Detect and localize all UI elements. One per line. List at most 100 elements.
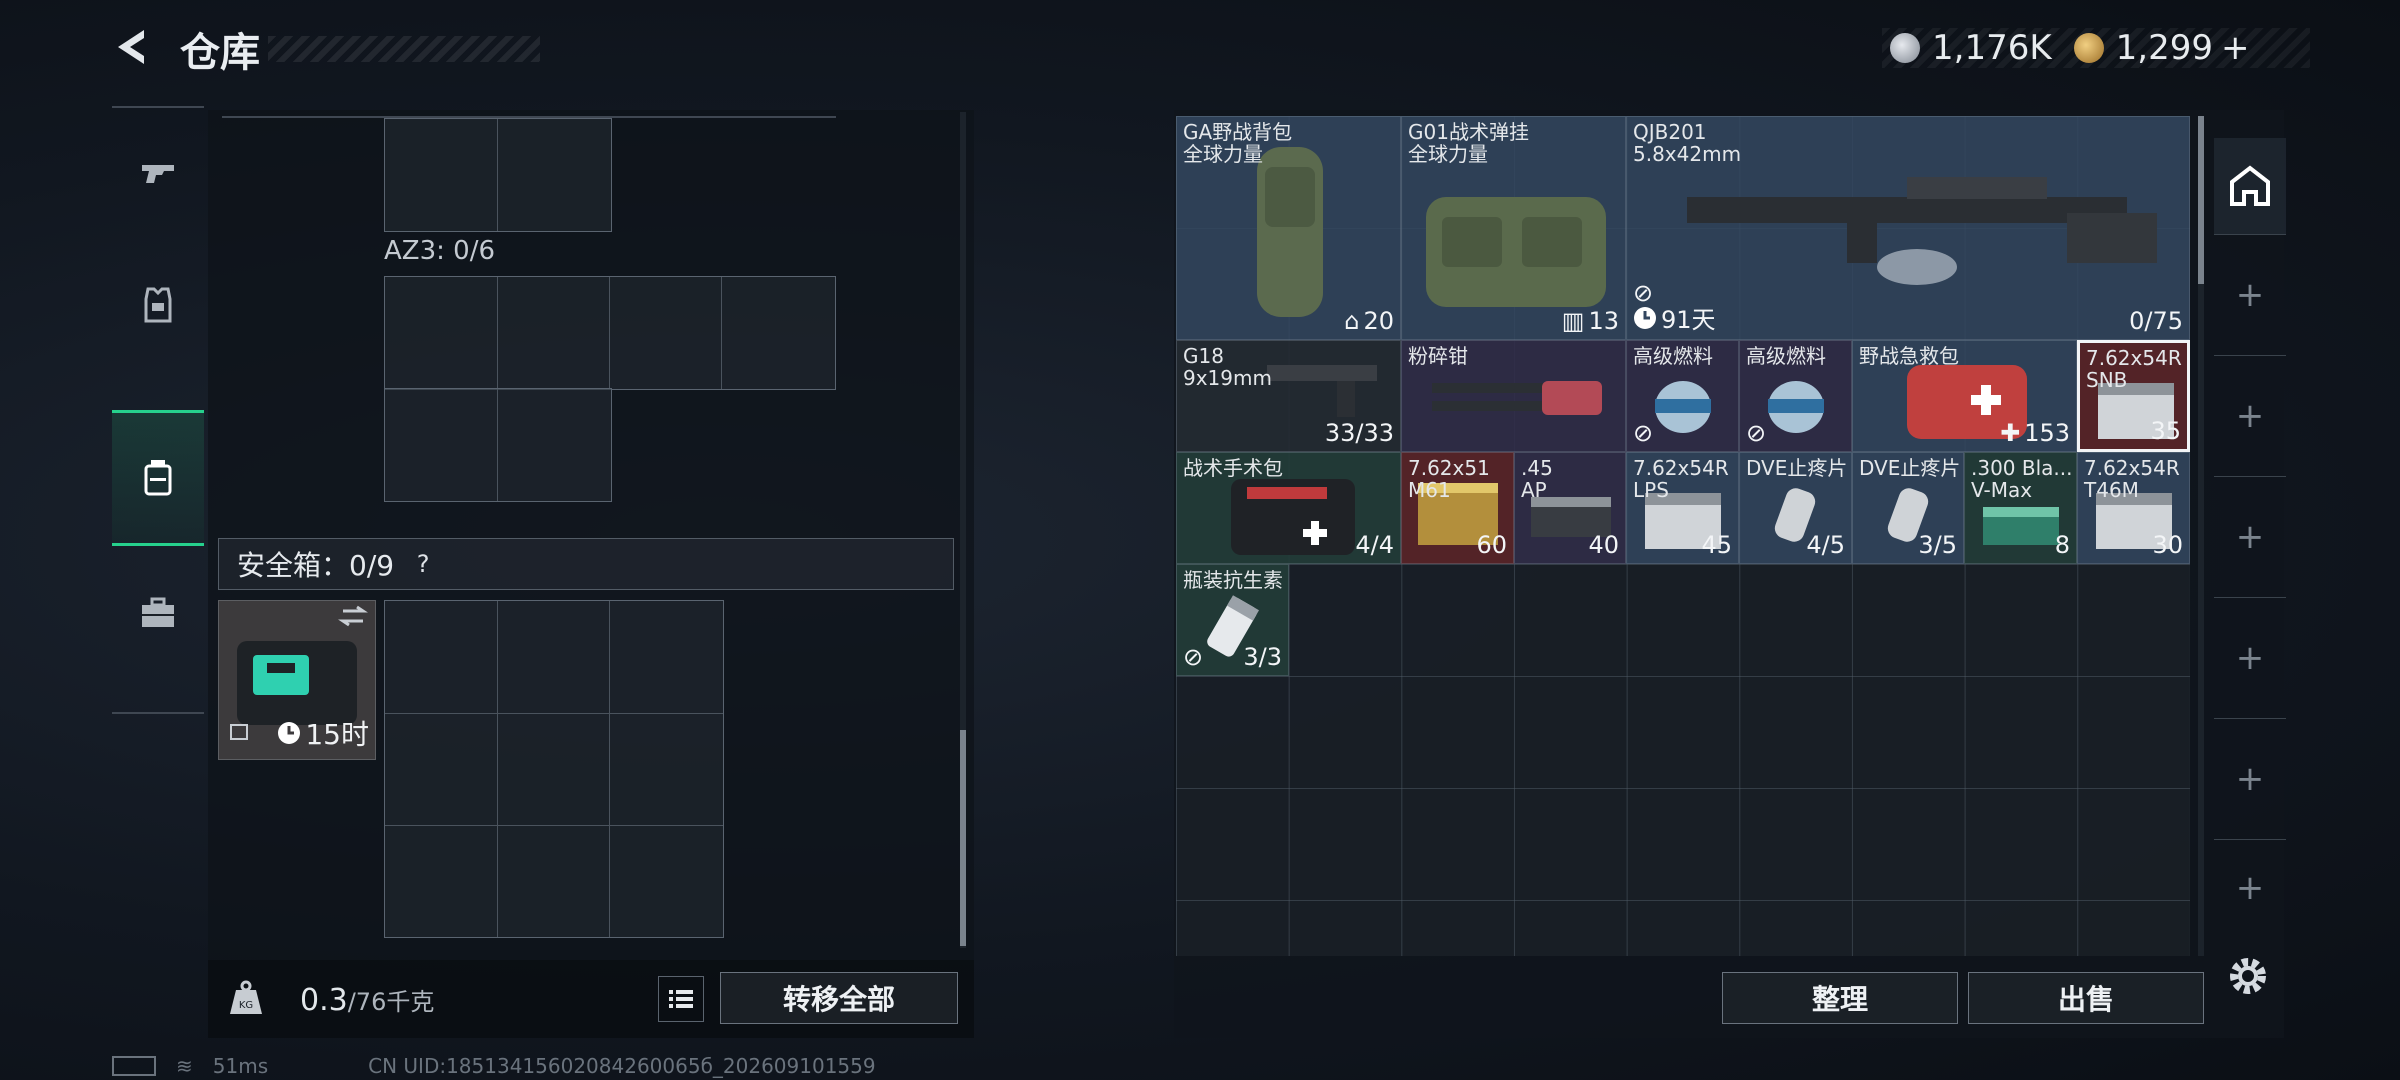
add-stash-page-button[interactable]: + (2214, 719, 2286, 840)
uid-text: CN UID:18513415602084260065б_20260910155… (368, 1054, 876, 1078)
item-name: 7.62x54R LPS (1633, 456, 1729, 502)
safe-box-bar: 安全箱：0/9 ? (218, 538, 954, 590)
pistol-icon (142, 165, 174, 183)
item-name: 粉碎钳 (1408, 344, 1468, 368)
item-qty: ▥ 13 (1561, 307, 1619, 335)
heal-icon: ✚ (2000, 419, 2021, 447)
item-qty: 3/3 (1243, 643, 1282, 671)
item-name: 7.62x54R T46M (2084, 456, 2180, 502)
safe-expiry: 15时 (277, 713, 369, 753)
weight-current: 0.3 (300, 983, 348, 1018)
stash-icon (2230, 165, 2270, 206)
safe-box-grid[interactable] (384, 600, 724, 938)
stash-item[interactable]: 7.62x54R LPS 45 (1626, 452, 1739, 564)
back-button[interactable] (110, 24, 156, 70)
item-qty: 33/33 (1324, 419, 1394, 447)
add-stash-page-button[interactable]: + (2214, 477, 2286, 598)
item-qty: ⌂ 20 (1344, 307, 1394, 335)
list-icon (669, 990, 693, 1008)
add-stash-page-button[interactable]: + (2214, 840, 2286, 936)
item-name: 野战急救包 (1859, 344, 1959, 368)
capacity-icon: ▥ (1561, 307, 1585, 335)
az3-grid-row2[interactable] (384, 388, 612, 502)
stash-item[interactable]: 7.62x51 M61 60 (1401, 452, 1514, 564)
safe-box-label: 安全箱：0/9 (237, 549, 395, 582)
no-repair-icon: ⊘ (1633, 419, 1654, 447)
armor-vest-icon (144, 287, 172, 323)
rail-toolbox[interactable] (112, 548, 204, 678)
stash-item[interactable]: 7.62x54R T46M 30 (2077, 452, 2190, 564)
toolbox-icon (142, 597, 174, 627)
item-name: 高级燃料 (1746, 344, 1826, 368)
item-name: 7.62x51 M61 (1408, 456, 1490, 502)
ping-text: 51ms (212, 1054, 269, 1078)
no-repair-icon: ⊘ (1746, 419, 1767, 447)
stash-item[interactable]: G01战术弹挂 全球力量 ▥ 13 (1401, 116, 1626, 340)
battery-icon (112, 1056, 156, 1076)
title-decoration (268, 36, 540, 62)
stash-home-button[interactable] (2214, 138, 2286, 235)
item-qty: 45 (1701, 531, 1732, 559)
currency-bar: 1,176K 1,299 + (1882, 28, 2310, 68)
add-stash-page-button[interactable]: + (2214, 598, 2286, 719)
silver-balance: 1,176K (1932, 28, 2052, 68)
stash-pages: + + + + + + (2214, 138, 2286, 936)
gold-coin-icon (2073, 33, 2104, 63)
stash-item[interactable]: .45 AP 40 (1514, 452, 1626, 564)
right-scrollbar-thumb[interactable] (2198, 116, 2204, 284)
list-view-button[interactable] (658, 976, 704, 1022)
stash-item[interactable]: DVE止疼片 3/5 (1852, 452, 1964, 564)
rail-armor[interactable] (112, 240, 204, 370)
wifi-icon: ≋ (176, 1054, 193, 1078)
stash-item[interactable]: QJB201 5.8x42mm ⊘ 91天 0/75 (1626, 116, 2190, 340)
left-scrollbar-thumb[interactable] (960, 730, 966, 946)
stash-item[interactable]: 高级燃料 ⊘ (1739, 340, 1852, 452)
add-gold-button[interactable]: + (2221, 28, 2250, 68)
silver-coin-icon (1890, 33, 1920, 63)
item-name: .300 Bla... V-Max (1971, 456, 2073, 502)
add-stash-page-button[interactable]: + (2214, 235, 2286, 356)
gold-balance: 1,299 (2115, 28, 2213, 68)
weight-icon: KG (226, 978, 266, 1018)
safe-help-button[interactable]: ? (406, 547, 440, 581)
rental-days: 91天 (1661, 306, 1716, 334)
stash-item[interactable]: .300 Bla... V-Max 8 (1964, 452, 2077, 564)
item-qty: 60 (1476, 531, 1507, 559)
gear-icon (2230, 958, 2266, 994)
item-qty: 35 (2150, 417, 2181, 445)
status-line: ≋ 51ms CN UID:18513415602084260065б_2026… (112, 1054, 876, 1078)
rail-weapons[interactable] (112, 108, 204, 238)
safe-box-item[interactable]: 15时 (218, 600, 376, 760)
transfer-all-button[interactable]: 转移全部 (720, 972, 958, 1024)
az3-grid-row1[interactable] (384, 276, 836, 390)
stash-item[interactable]: 粉碎钳 (1401, 340, 1626, 452)
backpack-icon (144, 460, 172, 496)
stash-item[interactable]: DVE止疼片 4/5 (1739, 452, 1852, 564)
rental-timer: 91天 (1633, 300, 1716, 335)
item-name: G18 9x19mm (1183, 344, 1272, 390)
stash-item[interactable]: 高级燃料 ⊘ (1626, 340, 1739, 452)
item-name: QJB201 5.8x42mm (1633, 120, 1742, 166)
item-name: 高级燃料 (1633, 344, 1713, 368)
sell-button[interactable]: 出售 (1968, 972, 2204, 1024)
add-stash-page-button[interactable]: + (2214, 356, 2286, 477)
stash-item[interactable]: G18 9x19mm 33/33 (1176, 340, 1401, 452)
item-name: G01战术弹挂 全球力量 (1408, 120, 1529, 166)
sort-button[interactable]: 整理 (1722, 972, 1958, 1024)
capacity-icon: ⌂ (1344, 307, 1360, 335)
stash-item[interactable]: GA野战背包 全球力量 ⌂ 20 (1176, 116, 1401, 340)
item-qty: 30 (2152, 531, 2183, 559)
container-grid-top[interactable] (384, 118, 612, 232)
item-qty: 4/5 (1806, 531, 1845, 559)
stash-item[interactable]: 野战急救包 ✚ 153 (1852, 340, 2077, 452)
stash-item[interactable]: 瓶装抗生素 ⊘ 3/3 (1176, 564, 1289, 676)
item-name: 战术手术包 (1183, 456, 1283, 480)
az3-capacity-label: AZ3: 0/6 (384, 236, 496, 266)
item-name: GA野战背包 全球力量 (1183, 120, 1293, 166)
rail-backpack[interactable] (112, 410, 204, 546)
item-name: 7.62x54R SNB (2086, 346, 2182, 392)
settings-button[interactable] (2224, 952, 2272, 1000)
stash-item[interactable]: 战术手术包 4/4 (1176, 452, 1401, 564)
stash-item-selected[interactable]: 7.62x54R SNB 35 (2077, 340, 2190, 452)
item-name: DVE止疼片 (1746, 456, 1848, 480)
